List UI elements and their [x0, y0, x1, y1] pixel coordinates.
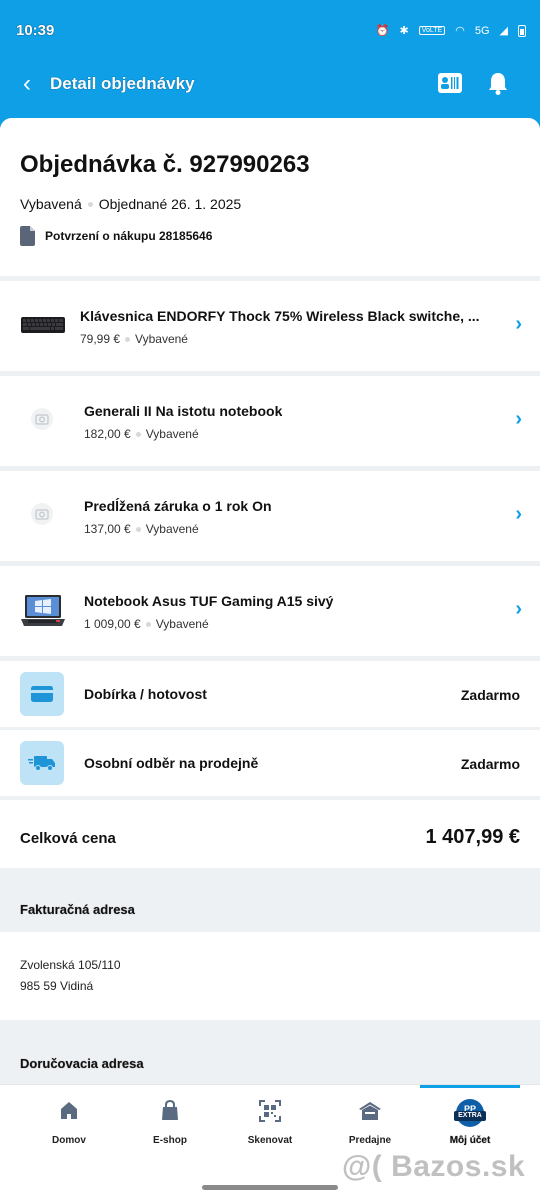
nav-label: Domov	[52, 1135, 86, 1146]
delivery-price: Zadarmo	[460, 756, 520, 772]
home-indicator[interactable]	[202, 1185, 338, 1190]
payment-price: Zadarmo	[460, 687, 520, 703]
delivery-method: Osobní odběr na prodejně Zadarmo	[0, 730, 540, 796]
keyboard-thumbnail	[21, 317, 65, 333]
loyalty-card-icon[interactable]	[437, 72, 463, 94]
delivery-icon-tile	[20, 741, 64, 785]
nav-label: Skenovat	[247, 1135, 293, 1146]
item-meta: 137,00 € Vybavené	[84, 522, 199, 536]
purchase-receipt-link[interactable]: Potvrzení o nákupu 28185646	[20, 226, 212, 246]
total-value: 1 407,99 €	[425, 826, 520, 848]
chevron-right-icon: ›	[515, 313, 522, 335]
document-icon	[20, 226, 35, 246]
payment-icon-tile	[20, 672, 64, 716]
credit-card-icon	[31, 686, 53, 702]
item-meta: 1 009,00 € Vybavené	[84, 617, 209, 631]
separator-dot	[135, 526, 141, 532]
separator-dot	[125, 336, 131, 342]
billing-address-line1: Zvolenská 105/110	[20, 958, 121, 972]
network-label: 5G	[474, 24, 490, 37]
item-meta: 79,99 € Vybavené	[80, 332, 188, 346]
separator-dot	[135, 431, 141, 437]
order-total: Celková cena 1 407,99 €	[0, 800, 540, 868]
order-item[interactable]: Notebook Asus TUF Gaming A15 sivý 1 009,…	[0, 566, 540, 656]
item-status: Vybavené	[155, 617, 209, 631]
separator-dot	[145, 621, 151, 627]
delivery-truck-icon	[28, 756, 55, 771]
chevron-right-icon: ›	[515, 408, 522, 430]
billing-address-header: Fakturačná adresa	[20, 902, 135, 917]
nav-label: Predajne	[348, 1135, 392, 1146]
back-arrow-icon[interactable]: ‹	[16, 70, 38, 98]
notification-bell-icon[interactable]	[487, 70, 509, 96]
order-date: Objednané 26. 1. 2025	[98, 196, 242, 212]
order-meta: Vybavená Objednané 26. 1. 2025	[20, 196, 241, 212]
shopping-bag-icon	[162, 1099, 178, 1120]
item-name: Generali II Na istotu notebook	[84, 403, 283, 419]
home-icon	[61, 1102, 77, 1119]
nav-item-eshop[interactable]: E-shop	[120, 1085, 220, 1165]
separator-dot	[87, 201, 93, 207]
order-status: Vybavená	[20, 196, 82, 212]
badge-extra-label: EXTRA	[454, 1111, 486, 1121]
nav-label: E-shop	[153, 1135, 187, 1146]
placeholder-image-icon	[31, 408, 53, 430]
item-price: 137,00 €	[84, 522, 131, 536]
billing-address: Zvolenská 105/110 985 59 Vidiná	[0, 932, 540, 1020]
item-status: Vybavené	[145, 522, 199, 536]
volte-icon: VoLTE	[418, 26, 446, 35]
store-icon	[359, 1102, 381, 1120]
status-time: 10:39	[16, 22, 55, 39]
item-status: Vybavené	[135, 332, 188, 346]
signal-icon: ◢	[499, 25, 508, 37]
item-name: Predĺžená záruka o 1 rok On	[84, 498, 272, 514]
order-item[interactable]: Generali II Na istotu notebook 182,00 € …	[0, 376, 540, 466]
item-name: Klávesnica ENDORFY Thock 75% Wireless Bl…	[80, 308, 480, 324]
status-bar: 10:39 ⏰ ✱ VoLTE ◠ 5G ◢	[0, 0, 540, 62]
order-item[interactable]: Klávesnica ENDORFY Thock 75% Wireless Bl…	[0, 281, 540, 371]
billing-address-line2: 985 59 Vidiná	[20, 979, 94, 993]
item-status: Vybavené	[145, 427, 199, 441]
item-price: 79,99 €	[80, 332, 121, 346]
shipping-address-header: Doručovacia adresa	[20, 1056, 144, 1071]
chevron-right-icon: ›	[515, 598, 522, 620]
status-icons: ⏰ ✱ VoLTE ◠ 5G ◢	[376, 24, 526, 37]
bluetooth-icon: ✱	[399, 25, 409, 37]
delivery-label: Osobní odběr na prodejně	[84, 755, 259, 771]
item-name: Notebook Asus TUF Gaming A15 sivý	[84, 593, 334, 609]
app-bar: ‹ Detail objednávky	[0, 62, 540, 106]
order-summary: Objednávka č. 927990263 Vybavená Objedna…	[0, 118, 540, 276]
alarm-icon: ⏰	[375, 25, 390, 37]
payment-method: Dobírka / hotovost Zadarmo	[0, 661, 540, 727]
qr-scan-icon	[259, 1100, 281, 1122]
item-price: 1 009,00 €	[84, 617, 141, 631]
nav-item-home[interactable]: Domov	[19, 1085, 119, 1165]
watermark: @( Bazos.sk	[342, 1150, 526, 1183]
order-number: Objednávka č. 927990263	[20, 151, 310, 178]
wifi-icon: ◠	[455, 25, 465, 37]
order-item[interactable]: Predĺžená záruka o 1 rok On 137,00 € Vyb…	[0, 471, 540, 561]
page-title: Detail objednávky	[50, 74, 195, 93]
battery-icon	[518, 24, 526, 37]
placeholder-image-icon	[31, 503, 53, 525]
order-detail-sheet: Objednávka č. 927990263 Vybavená Objedna…	[0, 118, 540, 1084]
total-label: Celková cena	[20, 830, 116, 847]
nav-label: Môj účet	[449, 1135, 491, 1146]
item-meta: 182,00 € Vybavené	[84, 427, 199, 441]
nav-item-scan[interactable]: Skenovat	[220, 1085, 320, 1165]
item-price: 182,00 €	[84, 427, 131, 441]
receipt-label: Potvrzení o nákupu 28185646	[45, 229, 213, 243]
payment-label: Dobírka / hotovost	[84, 686, 207, 702]
laptop-thumbnail	[21, 595, 65, 626]
chevron-right-icon: ›	[515, 503, 522, 525]
